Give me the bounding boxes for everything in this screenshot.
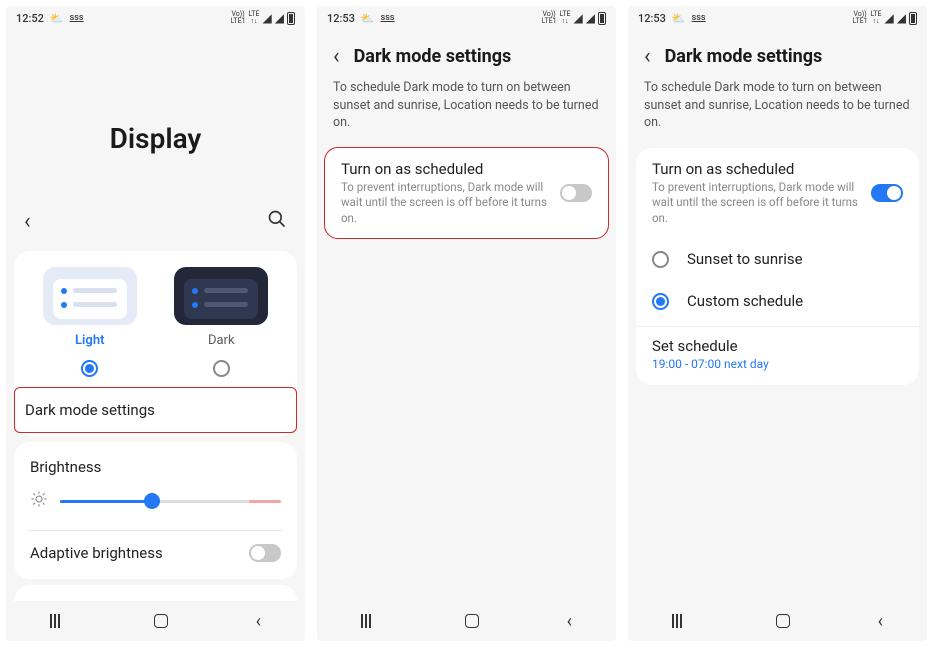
back-icon[interactable]: ‹ bbox=[333, 44, 340, 69]
status-time: 12:53 bbox=[327, 12, 355, 25]
dark-mode-settings-label: Dark mode settings bbox=[25, 401, 155, 419]
signal-icon: ◢ bbox=[586, 11, 595, 25]
turn-on-scheduled-label: Turn on as scheduled bbox=[341, 160, 548, 178]
cloud-icon: ⛅ bbox=[672, 12, 686, 25]
schedule-description: To schedule Dark mode to turn on between… bbox=[628, 79, 927, 144]
turn-on-scheduled-label: Turn on as scheduled bbox=[652, 160, 859, 178]
dark-thumbnail-icon bbox=[174, 267, 268, 325]
eye-comfort-card: Eye comfort shield bbox=[14, 585, 297, 601]
schedule-description: To schedule Dark mode to turn on between… bbox=[317, 79, 616, 144]
theme-label-light: Light bbox=[75, 333, 104, 348]
cloud-icon: ⛅ bbox=[50, 12, 64, 25]
nav-recent-icon[interactable] bbox=[361, 614, 377, 628]
signal-icon: ◢ bbox=[275, 11, 284, 25]
theme-option-dark[interactable]: Dark bbox=[156, 267, 288, 387]
status-time: 12:52 bbox=[16, 12, 44, 25]
theme-radio-dark[interactable] bbox=[213, 360, 230, 377]
sss-indicator: sss bbox=[381, 13, 395, 23]
turn-on-scheduled-item[interactable]: Turn on as scheduled To prevent interrup… bbox=[636, 148, 919, 239]
page-title: Dark mode settings bbox=[354, 46, 512, 67]
volte-indicator: Vo))LTE1 bbox=[853, 11, 868, 25]
theme-label-dark: Dark bbox=[208, 333, 235, 348]
theme-card: Light Dark Dark mode settings bbox=[14, 251, 297, 436]
nav-recent-icon[interactable] bbox=[672, 614, 688, 628]
turn-on-scheduled-sub: To prevent interruptions, Dark mode will… bbox=[341, 180, 548, 227]
set-schedule-label: Set schedule bbox=[652, 337, 903, 355]
volte-indicator: Vo))LTE1 bbox=[231, 11, 246, 25]
brightness-slider[interactable] bbox=[60, 495, 281, 507]
eye-comfort-item[interactable]: Eye comfort shield bbox=[14, 589, 297, 601]
sss-indicator: sss bbox=[692, 13, 706, 23]
page-title: Dark mode settings bbox=[665, 46, 823, 67]
nav-home-icon[interactable] bbox=[154, 614, 168, 628]
sunset-sunrise-option[interactable]: Sunset to sunrise bbox=[636, 238, 919, 280]
brightness-label: Brightness bbox=[30, 458, 281, 476]
custom-label: Custom schedule bbox=[687, 292, 803, 310]
sss-indicator: sss bbox=[70, 13, 84, 23]
sun-icon bbox=[30, 490, 48, 512]
screen-display: 12:52 ⛅ sss Vo))LTE1 LTE↑↓ ◢ ◢ Display ‹ bbox=[6, 6, 305, 641]
navigation-bar: ‹ bbox=[628, 601, 927, 641]
custom-radio[interactable] bbox=[652, 293, 669, 310]
signal-icon: ◢ bbox=[574, 11, 583, 25]
battery-icon bbox=[909, 12, 917, 25]
battery-icon bbox=[598, 12, 606, 25]
brightness-card: Brightness Adaptive brightness bbox=[14, 442, 297, 579]
light-thumbnail-icon bbox=[43, 267, 137, 325]
signal-icon: ◢ bbox=[263, 11, 272, 25]
volte-indicator: Vo))LTE1 bbox=[542, 11, 557, 25]
status-time: 12:53 bbox=[638, 12, 666, 25]
status-bar: 12:53 ⛅ sss Vo))LTE1 LTE↑↓ ◢ ◢ bbox=[317, 6, 616, 30]
screen-dark-mode-off: 12:53 ⛅ sss Vo))LTE1 LTE↑↓ ◢ ◢ ‹ Dark mo… bbox=[317, 6, 616, 641]
custom-schedule-option[interactable]: Custom schedule bbox=[636, 280, 919, 322]
turn-on-scheduled-item[interactable]: Turn on as scheduled To prevent interrup… bbox=[324, 147, 609, 240]
lte-indicator: LTE↑↓ bbox=[871, 11, 882, 25]
toolbar: ‹ bbox=[6, 197, 305, 245]
sunset-label: Sunset to sunrise bbox=[687, 250, 803, 268]
set-schedule-item[interactable]: Set schedule 19:00 - 07:00 next day bbox=[636, 326, 919, 385]
turn-on-scheduled-toggle[interactable] bbox=[560, 184, 592, 202]
sunset-radio[interactable] bbox=[652, 251, 669, 268]
battery-icon bbox=[287, 12, 295, 25]
dark-mode-settings-item[interactable]: Dark mode settings bbox=[14, 387, 297, 433]
adaptive-brightness-label: Adaptive brightness bbox=[30, 544, 163, 562]
status-bar: 12:53 ⛅ sss Vo))LTE1 LTE↑↓ ◢ ◢ bbox=[628, 6, 927, 30]
adaptive-brightness-toggle[interactable] bbox=[249, 544, 281, 562]
nav-back-icon[interactable]: ‹ bbox=[878, 611, 883, 632]
status-bar: 12:52 ⛅ sss Vo))LTE1 LTE↑↓ ◢ ◢ bbox=[6, 6, 305, 30]
signal-icon: ◢ bbox=[897, 11, 906, 25]
cloud-icon: ⛅ bbox=[361, 12, 375, 25]
set-schedule-value: 19:00 - 07:00 next day bbox=[652, 357, 903, 371]
header: ‹ Dark mode settings bbox=[317, 30, 616, 79]
back-icon[interactable]: ‹ bbox=[24, 209, 31, 234]
page-title: Display bbox=[6, 30, 305, 155]
navigation-bar: ‹ bbox=[6, 601, 305, 641]
header: ‹ Dark mode settings bbox=[628, 30, 927, 79]
navigation-bar: ‹ bbox=[317, 601, 616, 641]
search-icon[interactable] bbox=[267, 209, 287, 233]
lte-indicator: LTE↑↓ bbox=[560, 11, 571, 25]
screen-dark-mode-on: 12:53 ⛅ sss Vo))LTE1 LTE↑↓ ◢ ◢ ‹ Dark mo… bbox=[628, 6, 927, 641]
adaptive-brightness-item[interactable]: Adaptive brightness bbox=[14, 531, 297, 575]
nav-recent-icon[interactable] bbox=[50, 614, 66, 628]
nav-back-icon[interactable]: ‹ bbox=[256, 611, 261, 632]
nav-home-icon[interactable] bbox=[776, 614, 790, 628]
nav-home-icon[interactable] bbox=[465, 614, 479, 628]
lte-indicator: LTE↑↓ bbox=[249, 11, 260, 25]
turn-on-scheduled-toggle[interactable] bbox=[871, 184, 903, 202]
signal-icon: ◢ bbox=[885, 11, 894, 25]
back-icon[interactable]: ‹ bbox=[644, 44, 651, 69]
theme-radio-light[interactable] bbox=[81, 360, 98, 377]
nav-back-icon[interactable]: ‹ bbox=[567, 611, 572, 632]
theme-option-light[interactable]: Light bbox=[24, 267, 156, 387]
turn-on-scheduled-sub: To prevent interruptions, Dark mode will… bbox=[652, 180, 859, 227]
